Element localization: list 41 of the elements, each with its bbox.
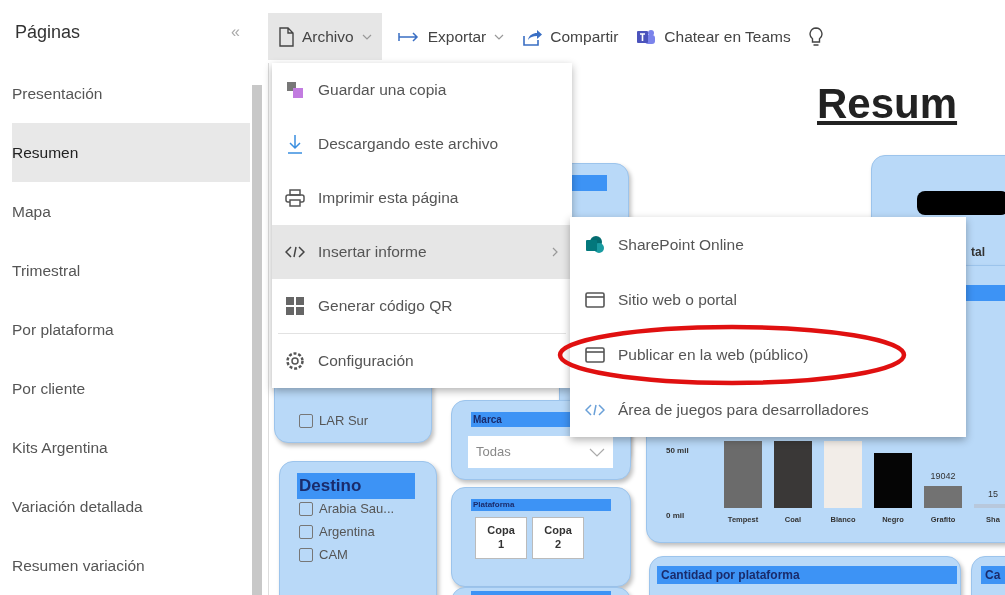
page-item[interactable]: Resumen variación [12, 536, 250, 595]
checkbox-label: Argentina [319, 523, 375, 541]
menu-item[interactable]: Guardar una copia [272, 63, 572, 117]
page-item[interactable]: Mapa [12, 182, 250, 241]
axis-label: 50 mil [666, 445, 689, 457]
menu-item[interactable]: Sitio web o portal [570, 272, 966, 327]
toolbar-button[interactable]: Exportar [395, 13, 507, 60]
page-item[interactable]: Por cliente [12, 359, 250, 418]
toolbar-button[interactable]: Archivo [268, 13, 382, 60]
sidebar-title: Páginas [15, 20, 81, 44]
toolbar-button[interactable]: Chatear en Teams [634, 13, 793, 60]
data-label: 19042 [930, 469, 956, 483]
data-label: 15 [988, 488, 998, 502]
menu-item[interactable]: Imprimir esta página [272, 171, 572, 225]
kpi-caption: tal [971, 244, 985, 261]
dropdown-field[interactable]: Todas [468, 436, 613, 468]
slicer-button[interactable]: Copa 2 [532, 517, 584, 559]
report-title: Resum [817, 83, 958, 125]
menu-item[interactable]: Generar código QR [272, 279, 572, 333]
page-item[interactable]: Por plataforma [12, 300, 250, 359]
slicer-button[interactable]: Copa 1 [475, 517, 527, 559]
dropdown-value: Todas [476, 443, 511, 462]
slicer-title: Plataforma [471, 499, 611, 511]
menu-item[interactable]: Descargando este archivo [272, 117, 572, 171]
visual-title: Ca [981, 566, 1005, 584]
toolbar-button[interactable]: Compartir [520, 13, 621, 60]
page-item[interactable]: Kits Argentina [12, 418, 250, 477]
checkbox-label: LAR Sur [319, 412, 369, 430]
checkbox-label: Arabia Sau... [319, 500, 395, 518]
visual-title: Cantidad por plataforma [657, 566, 957, 584]
page-item[interactable]: Presentación [12, 64, 250, 123]
axis-label: 0 mil [666, 510, 685, 522]
menu-item[interactable]: SharePoint Online [570, 217, 966, 272]
page-item[interactable]: Variación detallada [12, 477, 250, 536]
menu-item[interactable]: Publicar en la web (público) [570, 327, 966, 382]
page-item[interactable]: Resumen [12, 123, 250, 182]
menu-item[interactable]: Insertar informe [272, 225, 572, 279]
page-item[interactable]: Trimestral [12, 241, 250, 300]
menu-item[interactable]: Configuración [272, 334, 572, 388]
checkbox-label: CAM [319, 546, 348, 564]
slicer-title: Destino [297, 473, 415, 499]
